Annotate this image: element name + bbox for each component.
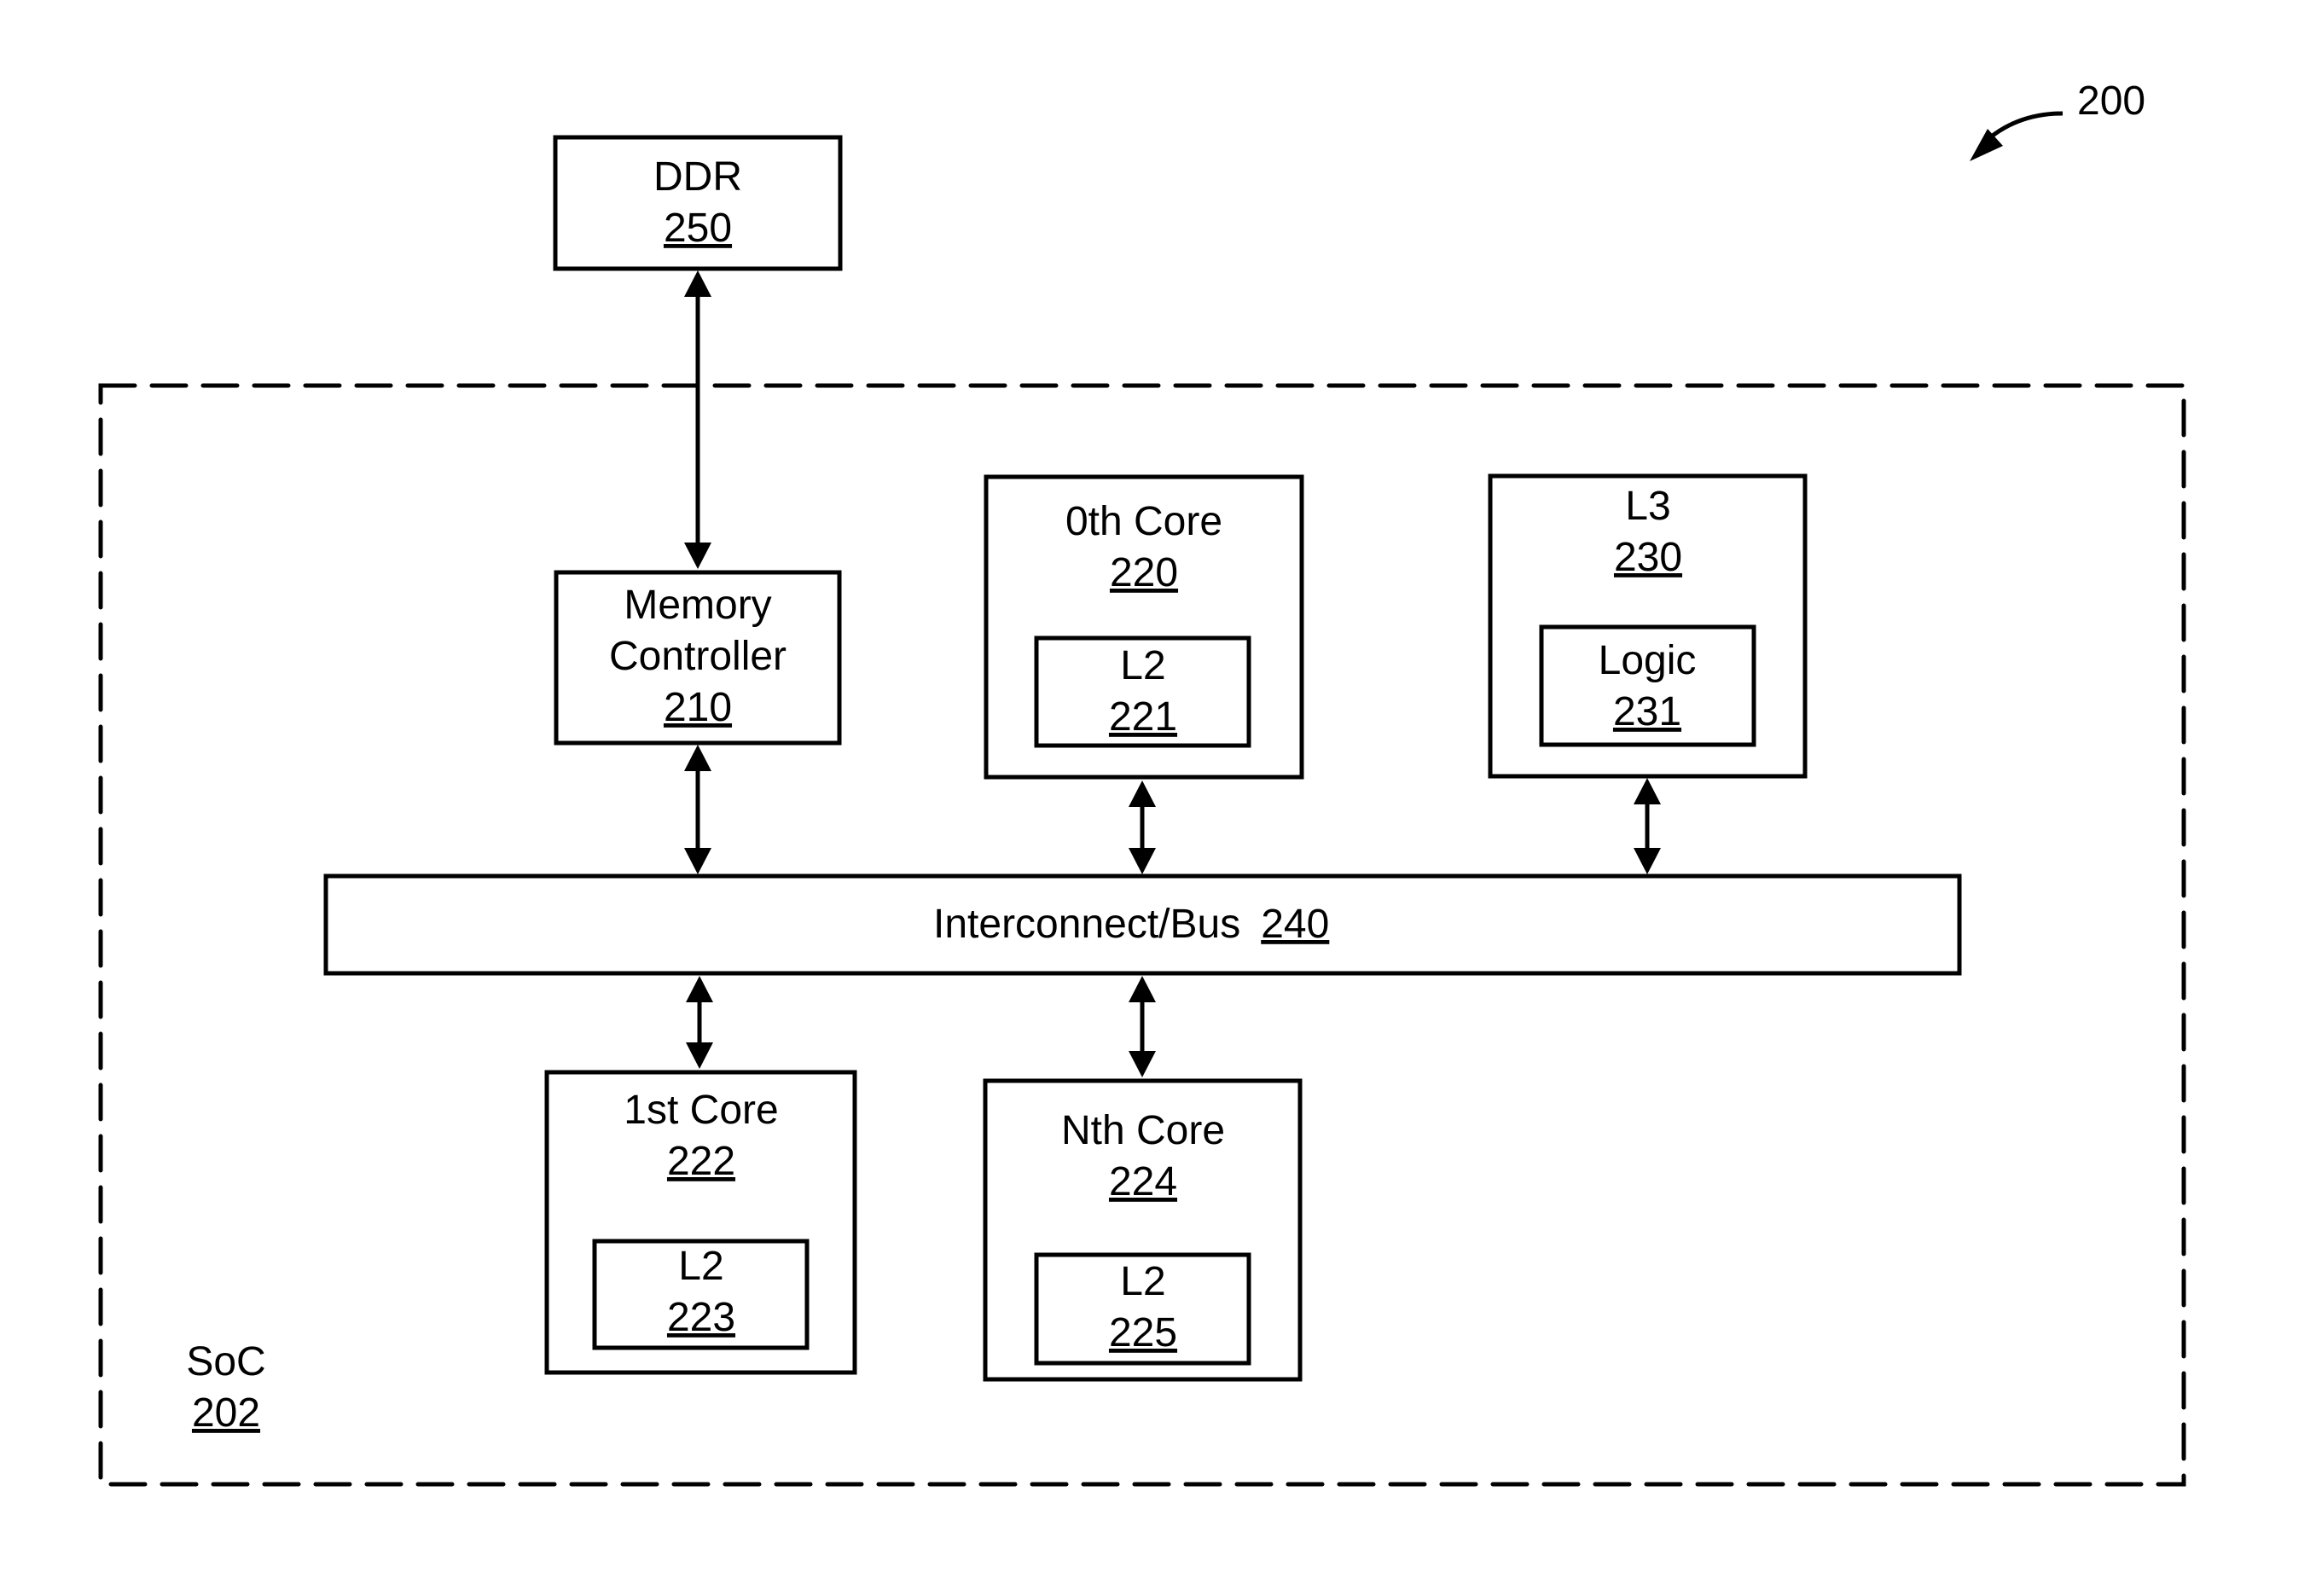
arrow-bus-coreN: [1129, 976, 1156, 1077]
core0-l2-ref: 221: [1109, 694, 1177, 740]
arrow-down-icon: [684, 848, 711, 874]
core0-ref: 220: [1110, 550, 1178, 595]
arrow-ddr-memctrl: [684, 270, 711, 569]
arrow-down-icon: [686, 1042, 713, 1069]
soc-ref: 202: [192, 1390, 260, 1436]
bus-label: Interconnect/Bus 240: [933, 902, 1329, 947]
core0-name: 0th Core: [1065, 499, 1222, 544]
core1-block: 1st Core 222 L2 223: [544, 1070, 857, 1375]
core1-name: 1st Core: [624, 1088, 778, 1133]
block-diagram: 200 SoC 202 DDR 250 Memory Controller 21…: [98, 78, 2186, 1487]
coreN-l2-name: L2: [1120, 1259, 1165, 1304]
soc-name: SoC: [186, 1339, 265, 1384]
ddr-block: DDR 250: [553, 135, 843, 271]
coreN-l2-ref: 225: [1109, 1310, 1177, 1355]
core1-l2-name: L2: [678, 1244, 723, 1289]
bus-ref: 240: [1261, 902, 1329, 947]
coreN-ref: 224: [1109, 1159, 1177, 1204]
arrow-down-icon: [1129, 848, 1156, 874]
bus-block: Interconnect/Bus 240: [323, 873, 1962, 976]
core0-block: 0th Core 220 L2 221: [984, 474, 1304, 780]
arrow-down-icon: [1634, 848, 1661, 874]
logic-name: Logic: [1599, 638, 1697, 683]
arrow-l3-bus: [1634, 778, 1661, 874]
logic-ref: 231: [1613, 689, 1681, 734]
core0-l2-block: L2 221: [1034, 635, 1251, 748]
coreN-block: Nth Core 224 L2 225: [983, 1078, 1303, 1382]
arrow-memctrl-bus: [684, 745, 711, 874]
figure-ref-label: 200: [2077, 78, 2145, 124]
memory-controller-ref: 210: [664, 685, 732, 730]
arrow-down-icon: [684, 543, 711, 569]
l3-name: L3: [1625, 484, 1670, 529]
l3-logic-block: Logic 231: [1539, 624, 1756, 747]
arrow-up-icon: [1129, 976, 1156, 1002]
memory-controller-name-line2: Controller: [609, 634, 787, 679]
arrow-up-icon: [684, 270, 711, 297]
core1-ref: 222: [667, 1139, 735, 1184]
core1-l2-block: L2 223: [592, 1239, 810, 1350]
figure-reference: 200: [1970, 78, 2145, 161]
arrow-up-icon: [1634, 778, 1661, 804]
ddr-ref: 250: [664, 206, 732, 251]
soc-label: SoC 202: [186, 1339, 265, 1436]
ddr-name: DDR: [653, 154, 742, 200]
memory-controller-block: Memory Controller 210: [554, 570, 842, 746]
arrow-down-icon: [1129, 1051, 1156, 1077]
arrow-up-icon: [684, 745, 711, 771]
bus-name: Interconnect/Bus: [933, 902, 1240, 947]
core0-l2-name: L2: [1120, 643, 1165, 688]
arrow-up-icon: [686, 976, 713, 1002]
memory-controller-name-line1: Memory: [624, 583, 771, 628]
l3-block: L3 230 Logic 231: [1488, 473, 1808, 779]
l3-ref: 230: [1614, 535, 1682, 580]
core1-l2-ref: 223: [667, 1295, 735, 1340]
arrow-core0-bus: [1129, 781, 1156, 874]
arrow-bus-core1: [686, 976, 713, 1069]
arrow-up-icon: [1129, 781, 1156, 807]
coreN-name: Nth Core: [1061, 1108, 1225, 1153]
coreN-l2-block: L2 225: [1034, 1252, 1251, 1366]
